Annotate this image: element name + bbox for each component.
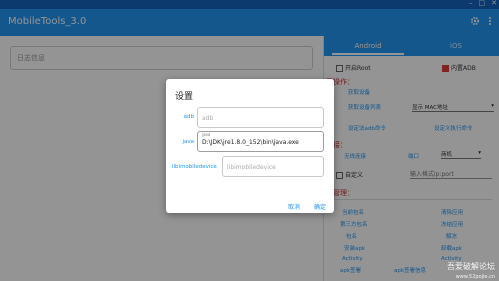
adb-label: adb	[183, 114, 194, 120]
adb-path-input[interactable]: adb	[197, 107, 324, 128]
libimobiledevice-label: libimobiledevice	[172, 164, 217, 170]
cancel-button[interactable]: 取消	[288, 202, 300, 211]
watermark-url: www.52pojie.cn	[455, 274, 495, 280]
java-label: java	[182, 139, 194, 145]
watermark-title: 吾爱破解论坛	[447, 262, 495, 271]
libimobiledevice-path-input[interactable]: libimobiledevice	[222, 156, 324, 177]
settings-dialog: 设置 adb adb java java D:\JDK\jre1.8.0_152…	[166, 79, 334, 213]
java-float-label: java	[202, 132, 211, 137]
ok-button[interactable]: 确定	[314, 202, 326, 211]
java-path-value: D:\JDK\jre1.8.0_152\bin\java.exe	[202, 139, 299, 146]
dialog-title: 设置	[175, 92, 194, 102]
java-path-input[interactable]: java D:\JDK\jre1.8.0_152\bin\java.exe	[197, 131, 324, 152]
